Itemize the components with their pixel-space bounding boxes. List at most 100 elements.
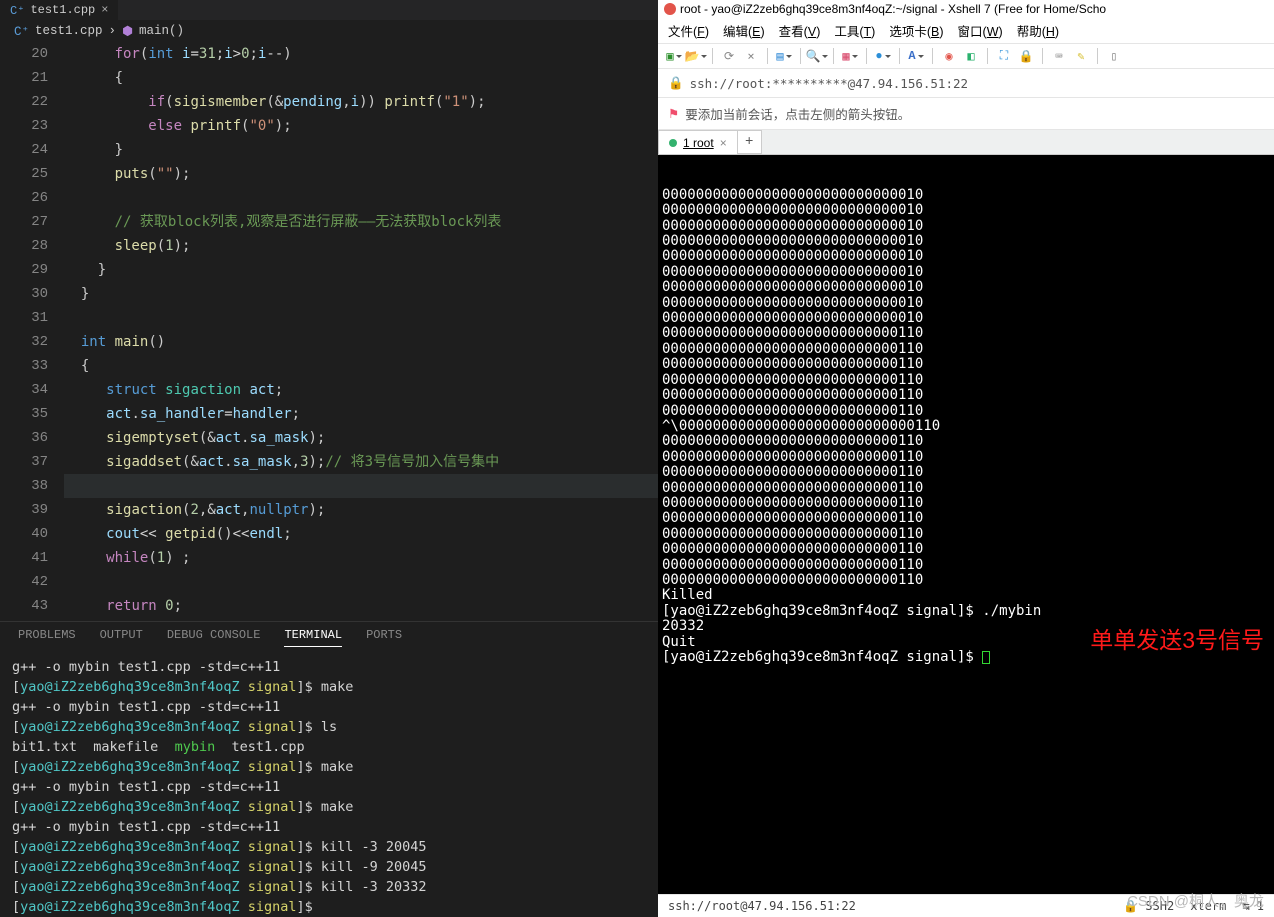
code-line[interactable]: { (64, 354, 658, 378)
code-line[interactable]: { (64, 66, 658, 90)
terminal-line: 0000000000000000000000000000110 (662, 542, 1270, 557)
panel-tab-terminal[interactable]: TERMINAL (284, 628, 342, 647)
code-line[interactable] (64, 306, 658, 330)
terminal-line: 0000000000000000000000000000010 (662, 296, 1270, 311)
terminal-line: 0000000000000000000000000000110 (662, 511, 1270, 526)
panel-tab-ports[interactable]: PORTS (366, 628, 402, 647)
code-line[interactable]: int main() (64, 330, 658, 354)
highlight-icon[interactable]: ✎ (1073, 48, 1089, 64)
copy-icon[interactable]: ▦ (842, 48, 858, 64)
globe-icon[interactable]: ● (875, 48, 891, 64)
panel-tab-problems[interactable]: PROBLEMS (18, 628, 76, 647)
app-icon (664, 3, 676, 15)
code-line[interactable]: cout<< getpid()<<endl; (64, 522, 658, 546)
line-number: 24 (0, 138, 48, 162)
symbol-method-icon: ⬢ (122, 23, 133, 39)
new-session-icon[interactable]: ▣ (666, 48, 682, 64)
code-line[interactable]: sigaddset(&act.sa_mask,3);// 将3号信号加入信号集中 (64, 450, 658, 474)
code-line[interactable]: struct sigaction act; (64, 378, 658, 402)
menu-H[interactable]: 帮助(H) (1017, 21, 1059, 40)
reconnect-icon[interactable]: ⟳ (721, 48, 737, 64)
terminal-line: 0000000000000000000000000000010 (662, 265, 1270, 280)
terminal-line: [yao@iZ2zeb6ghq39ce8m3nf4oqZ signal]$ ./… (662, 604, 1270, 619)
code-line[interactable]: else printf("0"); (64, 114, 658, 138)
breadcrumb-symbol[interactable]: main() (139, 24, 184, 38)
line-number: 34 (0, 378, 48, 402)
add-session-button[interactable]: + (738, 130, 762, 154)
code-line[interactable]: } (64, 258, 658, 282)
xshell-terminal[interactable]: 0000000000000000000000000000010000000000… (658, 155, 1274, 894)
line-number: 38 (0, 474, 48, 498)
annotation-text: 单单发送3号信号 (1090, 633, 1264, 648)
terminal-line: [yao@iZ2zeb6ghq39ce8m3nf4oqZ signal]$ ls (12, 717, 646, 737)
code-line[interactable]: } (64, 138, 658, 162)
xftp2-icon[interactable]: ◧ (963, 48, 979, 64)
terminal-line: 0000000000000000000000000000110 (662, 527, 1270, 542)
menu-F[interactable]: 文件(F) (668, 21, 709, 40)
properties-icon[interactable]: ▤ (776, 48, 792, 64)
help-icon[interactable]: ▯ (1106, 48, 1122, 64)
code-line[interactable]: for(int i=31;i>0;i--) (64, 42, 658, 66)
code-line[interactable]: sigaction(2,&act,nullptr); (64, 498, 658, 522)
close-icon[interactable]: × (101, 3, 108, 17)
cpp-file-icon: C⁺ (10, 3, 24, 18)
search-icon[interactable]: 🔍 (809, 48, 825, 64)
tip-bar: ⚑ 要添加当前会话，点击左侧的箭头按钮。 (658, 98, 1274, 130)
menu-T[interactable]: 工具(T) (834, 21, 875, 40)
terminal-line: 0000000000000000000000000000110 (662, 357, 1270, 372)
open-icon[interactable]: 📂 (688, 48, 704, 64)
code-line[interactable]: act.sa_handler=handler; (64, 402, 658, 426)
code-line[interactable] (64, 186, 658, 210)
line-number: 36 (0, 426, 48, 450)
keyboard-icon[interactable]: ⌨ (1051, 48, 1067, 64)
xftp-icon[interactable]: ◉ (941, 48, 957, 64)
code-line[interactable]: return 0; (64, 594, 658, 618)
code-editor[interactable]: 2021222324252627282930313233343536373839… (0, 42, 658, 621)
code-line[interactable]: sigemptyset(&act.sa_mask); (64, 426, 658, 450)
fullscreen-icon[interactable]: ⛶ (996, 48, 1012, 64)
code-line[interactable]: sleep(1); (64, 234, 658, 258)
panel-tabs: PROBLEMS OUTPUT DEBUG CONSOLE TERMINAL PORTS (0, 621, 658, 653)
menu-V[interactable]: 查看(V) (779, 21, 821, 40)
terminal-line: 0000000000000000000000000000110 (662, 573, 1270, 588)
panel-tab-output[interactable]: OUTPUT (100, 628, 143, 647)
terminal-line: 0000000000000000000000000000110 (662, 465, 1270, 480)
panel-tab-debug-console[interactable]: DEBUG CONSOLE (167, 628, 261, 647)
terminal-line: [yao@iZ2zeb6ghq39ce8m3nf4oqZ signal]$ ma… (12, 797, 646, 817)
font-icon[interactable]: A (908, 48, 924, 64)
integrated-terminal[interactable]: g++ -o mybin test1.cpp -std=c++11 [yao@iZ… (0, 653, 658, 917)
editor-tab-test1[interactable]: C⁺ test1.cpp × (0, 0, 118, 20)
line-number: 37 (0, 450, 48, 474)
code-line[interactable]: if(sigismember(&pending,i)) printf("1"); (64, 90, 658, 114)
editor-tabs: C⁺ test1.cpp × (0, 0, 658, 20)
line-number: 41 (0, 546, 48, 570)
close-icon[interactable]: × (720, 136, 727, 150)
code-line[interactable]: } (64, 282, 658, 306)
terminal-line: 0000000000000000000000000000110 (662, 481, 1270, 496)
terminal-line: 0000000000000000000000000000110 (662, 388, 1270, 403)
terminal-line: 0000000000000000000000000000110 (662, 342, 1270, 357)
menu-B[interactable]: 选项卡(B) (889, 21, 943, 40)
code-line[interactable]: while(1) ; (64, 546, 658, 570)
code-line[interactable]: puts(""); (64, 162, 658, 186)
terminal-line: Killed (662, 588, 1270, 603)
menu-W[interactable]: 窗口(W) (958, 21, 1003, 40)
tip-text: 要添加当前会话，点击左侧的箭头按钮。 (685, 104, 910, 123)
line-number: 21 (0, 66, 48, 90)
address-bar[interactable]: 🔒 ssh://root:**********@47.94.156.51:22 (658, 69, 1274, 98)
session-tab-root[interactable]: 1 root × (658, 130, 738, 154)
terminal-line: g++ -o mybin test1.cpp -std=c++11 (12, 657, 646, 677)
breadcrumb-file[interactable]: test1.cpp (35, 24, 103, 38)
code-line[interactable] (64, 474, 658, 498)
xshell-pane: root - yao@iZ2zeb6ghq39ce8m3nf4oqZ:~/sig… (658, 0, 1274, 917)
lock-tool-icon[interactable]: 🔒 (1018, 48, 1034, 64)
vscode-pane: C⁺ test1.cpp × C⁺ test1.cpp › ⬢ main() 2… (0, 0, 658, 917)
disconnect-icon[interactable]: ⨯ (743, 48, 759, 64)
code-line[interactable] (64, 570, 658, 594)
toolbar: ▣ 📂 ⟳ ⨯ ▤ 🔍 ▦ ● A ◉ ◧ ⛶ 🔒 ⌨ ✎ ▯ (658, 44, 1274, 69)
line-number: 43 (0, 594, 48, 618)
terminal-line: 0000000000000000000000000000110 (662, 373, 1270, 388)
menu-E[interactable]: 编辑(E) (723, 21, 765, 40)
code-line[interactable]: // 获取block列表,观察是否进行屏蔽——无法获取block列表 (64, 210, 658, 234)
terminal-line: 0000000000000000000000000000010 (662, 249, 1270, 264)
